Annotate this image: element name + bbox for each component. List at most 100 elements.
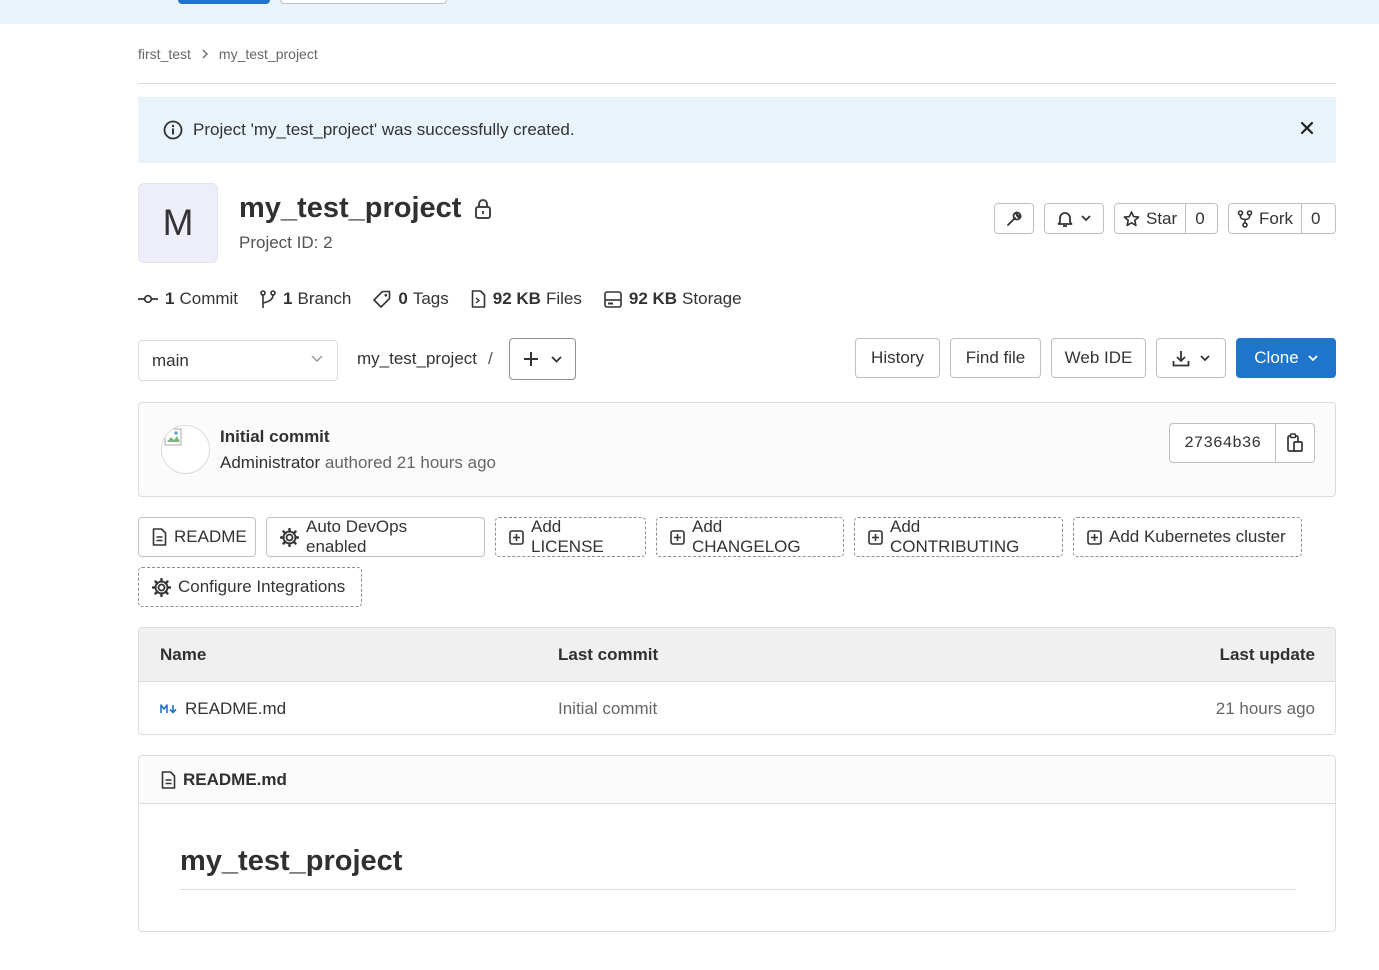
- configure-integrations-label: Configure Integrations: [178, 577, 346, 596]
- chevron-down-icon: [1200, 354, 1210, 362]
- readme-header: README.md: [139, 756, 1335, 804]
- plus-square-icon: [670, 529, 685, 545]
- bell-icon: [1057, 210, 1073, 228]
- chevron-down-icon: [1081, 215, 1091, 222]
- auto-devops-button[interactable]: Auto DevOps enabled: [266, 517, 485, 557]
- breadcrumb: first_test my_test_project: [138, 44, 318, 64]
- commit-author-avatar[interactable]: [161, 425, 210, 474]
- tag-icon: [373, 290, 398, 308]
- commit-author[interactable]: Administrator: [220, 453, 320, 472]
- stat-commits-value: 1: [165, 289, 175, 308]
- column-last-commit-header: Last commit: [558, 645, 659, 664]
- branch-selector[interactable]: main: [138, 340, 338, 381]
- commit-meta: Administrator authored 21 hours ago: [220, 453, 496, 473]
- commit-time: 21 hours ago: [396, 453, 496, 472]
- add-license-button[interactable]: Add LICENSE: [495, 517, 646, 557]
- file-tree-table: Name Last commit Last update README.md I…: [138, 627, 1336, 735]
- stat-storage-value: 92 KB: [628, 289, 678, 308]
- top-bar: [0, 0, 1379, 24]
- repo-path: my_test_project /: [357, 349, 493, 369]
- clipboard-icon: [1287, 433, 1303, 453]
- project-avatar: M: [138, 183, 218, 263]
- project-name: my_test_project: [239, 192, 462, 224]
- readme-button-label: README: [174, 527, 247, 546]
- stat-files[interactable]: 92 KB Files: [471, 289, 582, 309]
- commit-icon: [138, 294, 165, 304]
- auto-devops-label: Auto DevOps enabled: [306, 517, 408, 556]
- download-dropdown[interactable]: [1156, 338, 1226, 378]
- stat-tags[interactable]: 0 Tags: [373, 289, 449, 309]
- readme-preview: README.md my_test_project: [138, 755, 1336, 932]
- star-label: Star: [1146, 208, 1178, 228]
- table-row[interactable]: README.md Initial commit 21 hours ago: [139, 682, 1335, 734]
- star-button[interactable]: Star 0: [1114, 203, 1218, 234]
- gear-icon: [280, 527, 299, 547]
- plus-icon: [523, 351, 539, 367]
- project-title: my_test_project: [239, 192, 492, 225]
- readme-heading-divider: [180, 889, 1296, 890]
- branch-selector-value: main: [152, 350, 189, 370]
- top-bar-primary-button[interactable]: [178, 0, 270, 4]
- readme-heading: my_test_project: [180, 845, 403, 877]
- file-table-header: Name Last commit Last update: [139, 628, 1335, 682]
- stat-files-label: Files: [545, 289, 582, 308]
- add-kubernetes-label: Add Kubernetes cluster: [1109, 527, 1286, 546]
- settings-button[interactable]: [994, 203, 1034, 234]
- clone-dropdown[interactable]: Clone: [1236, 338, 1336, 378]
- success-alert: Project 'my_test_project' was successful…: [138, 97, 1336, 163]
- download-icon: [1172, 350, 1190, 367]
- column-name-header: Name: [160, 645, 207, 664]
- storage-icon: [604, 290, 629, 308]
- stat-branches-label: Branch: [297, 289, 352, 308]
- repo-path-link[interactable]: my_test_project: [357, 349, 477, 369]
- commit-title[interactable]: Initial commit: [220, 427, 330, 447]
- chevron-down-icon: [551, 355, 562, 363]
- configure-integrations-button[interactable]: Configure Integrations: [138, 567, 362, 607]
- notification-dropdown[interactable]: [1044, 203, 1104, 234]
- file-name-cell[interactable]: README.md: [160, 699, 286, 719]
- fork-count[interactable]: 0: [1301, 204, 1329, 233]
- project-id: Project ID: 2: [239, 233, 333, 252]
- branch-icon: [260, 289, 283, 309]
- copy-sha-button[interactable]: [1276, 424, 1314, 462]
- project-stats: 1 Commit 1 Branch 0 Tags 92 KB Files 92 …: [138, 287, 764, 311]
- add-contributing-button[interactable]: Add CONTRIBUTING: [854, 517, 1063, 557]
- star-count[interactable]: 0: [1185, 204, 1213, 233]
- stat-branches[interactable]: 1 Branch: [260, 289, 351, 309]
- file-icon: [152, 528, 167, 546]
- plus-square-icon: [509, 529, 524, 545]
- file-last-commit[interactable]: Initial commit: [558, 699, 657, 719]
- add-kubernetes-button[interactable]: Add Kubernetes cluster: [1073, 517, 1302, 557]
- gear-icon: [152, 577, 171, 597]
- readme-filename[interactable]: README.md: [183, 770, 287, 790]
- fork-button[interactable]: Fork 0: [1228, 203, 1336, 234]
- stat-commits[interactable]: 1 Commit: [138, 289, 238, 309]
- commit-sha[interactable]: 27364b36: [1170, 424, 1276, 462]
- close-icon[interactable]: [1300, 121, 1314, 135]
- readme-button[interactable]: README: [138, 517, 256, 557]
- add-file-dropdown[interactable]: [509, 338, 576, 380]
- stat-storage[interactable]: 92 KB Storage: [604, 289, 742, 309]
- last-commit-box: Initial commit Administrator authored 21…: [138, 402, 1336, 497]
- file-last-update: 21 hours ago: [1215, 699, 1315, 718]
- markdown-icon: [160, 704, 178, 714]
- repo-path-separator: /: [488, 349, 493, 368]
- fork-label: Fork: [1259, 208, 1293, 228]
- web-ide-button[interactable]: Web IDE: [1051, 338, 1146, 378]
- file-name[interactable]: README.md: [185, 699, 286, 719]
- breadcrumb-project-link[interactable]: my_test_project: [219, 46, 318, 62]
- fork-icon: [1237, 209, 1253, 228]
- history-button[interactable]: History: [855, 338, 940, 378]
- breadcrumb-group-link[interactable]: first_test: [138, 46, 191, 62]
- add-changelog-button[interactable]: Add CHANGELOG: [656, 517, 844, 557]
- chevron-right-icon: [201, 49, 209, 59]
- chevron-down-icon: [311, 355, 323, 363]
- stat-branches-value: 1: [283, 289, 293, 308]
- wrench-icon: [1005, 210, 1023, 228]
- lock-icon: [474, 198, 492, 220]
- add-contributing-label: Add CONTRIBUTING: [890, 517, 1020, 556]
- file-icon: [471, 290, 493, 308]
- top-bar-secondary-button[interactable]: [280, 0, 447, 4]
- stat-storage-label: Storage: [682, 289, 742, 308]
- find-file-button[interactable]: Find file: [950, 338, 1041, 378]
